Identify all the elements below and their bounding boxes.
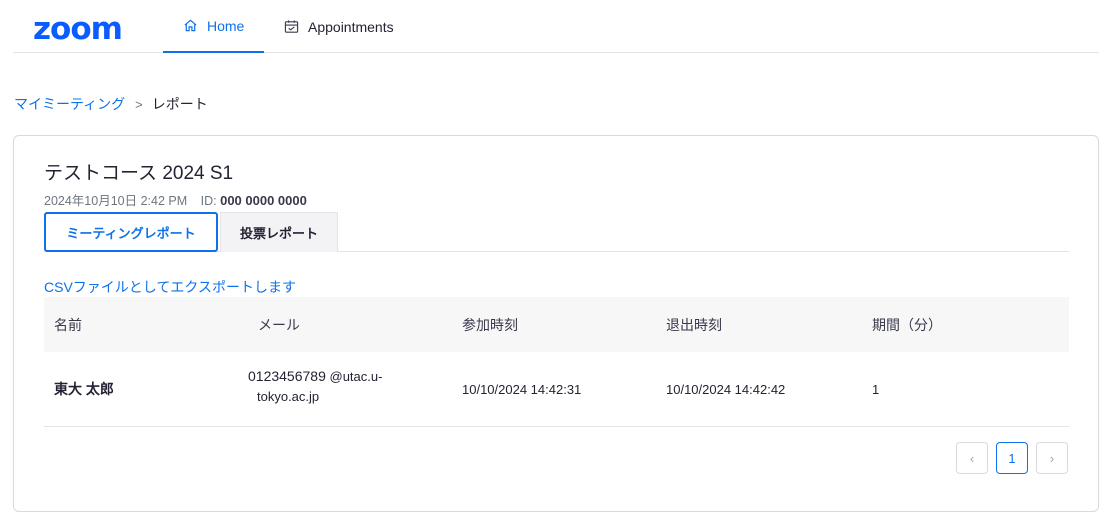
nav-tab-appointments[interactable]: Appointments	[283, 0, 394, 53]
report-card: テストコース 2024 S1 2024年10月10日 2:42 PM ID: 0…	[13, 135, 1099, 512]
prev-page-button[interactable]: ‹	[956, 442, 988, 474]
home-icon	[182, 18, 198, 34]
tab-poll-report[interactable]: 投票レポート	[220, 212, 338, 252]
table-row: 東大 太郎 0123456789 @utac.u- tokyo.ac.jp 10…	[44, 352, 1069, 427]
participants-table: 名前 メール 参加時刻 退出時刻 期間（分） 東大 太郎 0123456789 …	[44, 297, 1069, 427]
cell-name: 東大 太郎	[54, 381, 114, 397]
meeting-id-value: 000 0000 0000	[220, 193, 307, 208]
next-page-button[interactable]: ›	[1036, 442, 1068, 474]
breadcrumb-my-meetings[interactable]: マイミーティング	[14, 94, 125, 114]
nav-tab-appointments-label: Appointments	[308, 18, 394, 35]
pagination: ‹ 1 ›	[956, 442, 1068, 474]
breadcrumb-current: レポート	[151, 96, 208, 112]
column-header-name: 名前	[54, 316, 82, 333]
column-header-join-time: 参加時刻	[462, 316, 518, 333]
meeting-datetime: 2024年10月10日 2:42 PM	[44, 194, 188, 208]
column-header-email: メール	[258, 316, 300, 333]
cell-leave-time: 10/10/2024 14:42:42	[666, 381, 786, 397]
cell-email-id: 0123456789	[248, 368, 326, 384]
breadcrumb-separator: >	[135, 96, 143, 112]
nav-tab-home-label: Home	[207, 17, 245, 34]
cell-email: 0123456789 @utac.u- tokyo.ac.jp	[248, 366, 408, 407]
export-csv-link[interactable]: CSVファイルとしてエクスポートします	[44, 277, 296, 297]
meeting-title: テストコース 2024 S1	[44, 163, 234, 184]
report-tabs: ミーティングレポート 投票レポート	[44, 212, 1069, 252]
cell-duration: 1	[872, 381, 880, 397]
nav-tab-home[interactable]: Home	[163, 0, 264, 53]
column-header-duration: 期間（分）	[872, 316, 942, 333]
table-header: 名前 メール 参加時刻 退出時刻 期間（分）	[44, 297, 1069, 352]
calendar-icon	[283, 19, 299, 35]
breadcrumb: マイミーティング > レポート	[14, 94, 208, 114]
column-header-leave-time: 退出時刻	[666, 316, 722, 333]
cell-join-time: 10/10/2024 14:42:31	[462, 381, 582, 397]
page-1-button[interactable]: 1	[996, 442, 1028, 474]
top-navigation: zoom Home Appointments	[13, 0, 1099, 53]
cell-email-domain-2: tokyo.ac.jp	[257, 389, 320, 404]
zoom-logo[interactable]: zoom	[33, 14, 123, 45]
meeting-meta: 2024年10月10日 2:42 PM ID: 000 0000 0000	[44, 190, 307, 209]
cell-email-domain-1: @utac.u-	[329, 369, 383, 384]
tab-meeting-report[interactable]: ミーティングレポート	[44, 212, 218, 252]
meeting-id-label: ID:	[200, 194, 217, 208]
chevron-right-icon: ›	[1049, 450, 1055, 466]
chevron-left-icon: ‹	[969, 450, 975, 466]
